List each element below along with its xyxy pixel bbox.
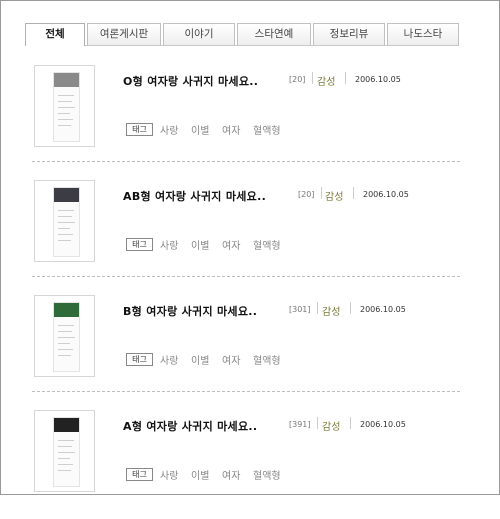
- separator: [345, 72, 346, 84]
- separator: [321, 187, 322, 199]
- text-line: [58, 331, 72, 332]
- post-thumbnail[interactable]: [34, 65, 95, 147]
- tag-blood-type[interactable]: 혈액형: [253, 237, 281, 252]
- text-line: [58, 337, 75, 338]
- text-line: [58, 101, 72, 102]
- text-line: [58, 222, 75, 223]
- separator: [350, 302, 351, 314]
- thumbnail-photo: [54, 188, 79, 202]
- text-line: [58, 95, 74, 96]
- tab-star-entertainment[interactable]: 스타연예: [237, 23, 311, 45]
- text-line: [58, 216, 72, 217]
- text-line: [58, 349, 73, 350]
- separator: [350, 417, 351, 429]
- tag-love[interactable]: 사랑: [160, 352, 178, 367]
- post-item: B형 여자랑 사귀지 마세요.. [301] 감성 2006.10.05 태그 …: [32, 289, 460, 404]
- post-divider: [32, 391, 460, 392]
- post-title[interactable]: AB형 여자랑 사귀지 마세요..: [123, 188, 266, 204]
- thumbnail-document: [53, 417, 80, 487]
- post-item: A형 여자랑 사귀지 마세요.. [391] 감성 2006.10.05 태그 …: [32, 404, 460, 519]
- tab-me-star[interactable]: 나도스타: [387, 23, 459, 45]
- tag-love[interactable]: 사랑: [160, 122, 178, 137]
- post-item: O형 여자랑 사귀지 마세요.. [20] 감성 2006.10.05 태그 사…: [32, 59, 460, 174]
- comment-count: [20]: [289, 75, 306, 84]
- category-label[interactable]: 감성: [322, 303, 340, 318]
- category-tabs: 전체 여론게시판 이야기 스타연예 정보리뷰 나도스타: [25, 23, 459, 46]
- text-line: [58, 355, 71, 356]
- thumbnail-photo: [54, 303, 79, 317]
- tag-badge: 태그: [126, 353, 153, 366]
- post-divider: [32, 276, 460, 277]
- tag-blood-type[interactable]: 혈액형: [253, 122, 281, 137]
- post-date: 2006.10.05: [363, 190, 409, 199]
- post-divider: [32, 161, 460, 162]
- category-label[interactable]: 감성: [322, 418, 340, 433]
- tab-story[interactable]: 이야기: [163, 23, 235, 45]
- post-title[interactable]: A형 여자랑 사귀지 마세요..: [123, 418, 257, 434]
- post-date: 2006.10.05: [360, 305, 406, 314]
- text-line: [58, 446, 72, 447]
- text-line: [58, 119, 73, 120]
- post-title[interactable]: O형 여자랑 사귀지 마세요..: [123, 73, 258, 89]
- tag-badge: 태그: [126, 238, 153, 251]
- text-line: [58, 113, 70, 114]
- category-label[interactable]: 감성: [317, 73, 335, 88]
- post-thumbnail[interactable]: [34, 410, 95, 492]
- post-item: AB형 여자랑 사귀지 마세요.. [20] 감성 2006.10.05 태그 …: [32, 174, 460, 289]
- tag-woman[interactable]: 여자: [222, 122, 240, 137]
- tag-woman[interactable]: 여자: [222, 352, 240, 367]
- text-line: [58, 228, 70, 229]
- text-line: [58, 343, 70, 344]
- post-thumbnail[interactable]: [34, 295, 95, 377]
- thumbnail-document: [53, 302, 80, 372]
- text-line: [58, 234, 73, 235]
- text-line: [58, 440, 74, 441]
- tag-breakup[interactable]: 이별: [191, 352, 209, 367]
- tag-woman[interactable]: 여자: [222, 237, 240, 252]
- tag-blood-type[interactable]: 혈액형: [253, 352, 281, 367]
- tag-love[interactable]: 사랑: [160, 237, 178, 252]
- text-line: [58, 325, 74, 326]
- tag-breakup[interactable]: 이별: [191, 237, 209, 252]
- tag-blood-type[interactable]: 혈액형: [253, 467, 281, 482]
- text-line: [58, 240, 71, 241]
- tag-love[interactable]: 사랑: [160, 467, 178, 482]
- post-date: 2006.10.05: [360, 420, 406, 429]
- post-date: 2006.10.05: [355, 75, 401, 84]
- comment-count: [391]: [289, 420, 311, 429]
- separator: [312, 72, 313, 84]
- text-line: [58, 107, 75, 108]
- thumbnail-photo: [54, 73, 79, 87]
- thumbnail-document: [53, 187, 80, 257]
- category-label[interactable]: 감성: [325, 188, 343, 203]
- tag-breakup[interactable]: 이별: [191, 467, 209, 482]
- text-line: [58, 464, 73, 465]
- text-line: [58, 452, 75, 453]
- separator: [317, 417, 318, 429]
- comment-count: [20]: [298, 190, 315, 199]
- tag-woman[interactable]: 여자: [222, 467, 240, 482]
- tag-breakup[interactable]: 이별: [191, 122, 209, 137]
- tab-info-review[interactable]: 정보리뷰: [313, 23, 385, 45]
- text-line: [58, 458, 70, 459]
- tab-all[interactable]: 전체: [25, 23, 85, 46]
- page-frame: 전체 여론게시판 이야기 스타연예 정보리뷰 나도스타 O형 여자랑 사귀지 마…: [0, 0, 500, 495]
- thumbnail-document: [53, 72, 80, 142]
- separator: [317, 302, 318, 314]
- post-thumbnail[interactable]: [34, 180, 95, 262]
- tag-badge: 태그: [126, 123, 153, 136]
- separator: [353, 187, 354, 199]
- comment-count: [301]: [289, 305, 311, 314]
- text-line: [58, 125, 71, 126]
- tab-forum[interactable]: 여론게시판: [87, 23, 161, 45]
- tag-badge: 태그: [126, 468, 153, 481]
- thumbnail-photo: [54, 418, 79, 432]
- text-line: [58, 210, 74, 211]
- text-line: [58, 470, 71, 471]
- post-title[interactable]: B형 여자랑 사귀지 마세요..: [123, 303, 257, 319]
